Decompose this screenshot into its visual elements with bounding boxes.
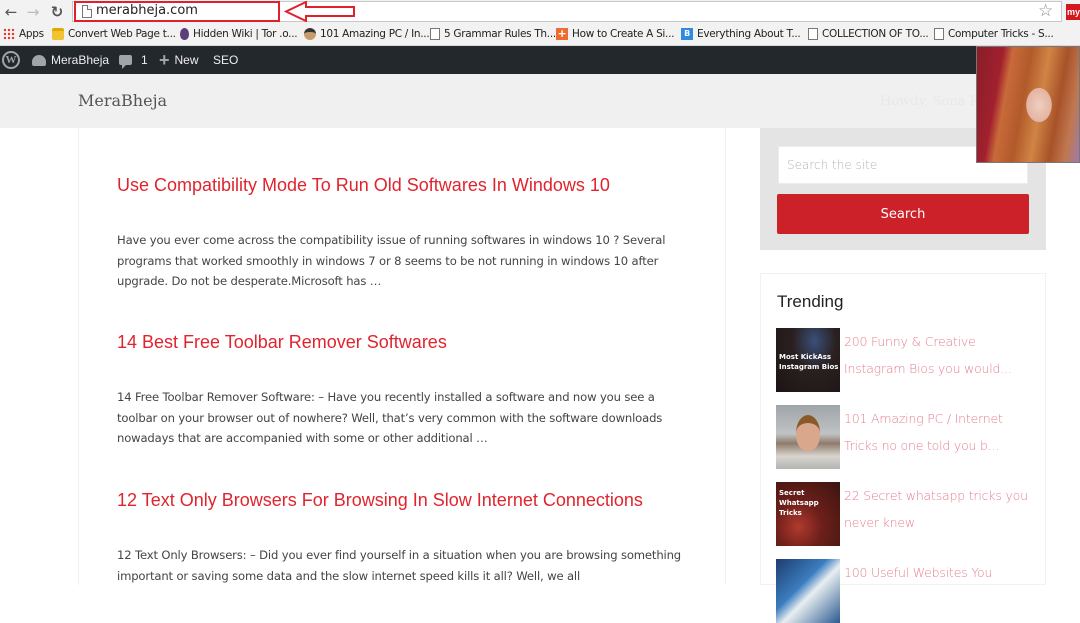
- bookmark-item[interactable]: Convert Web Page t...: [52, 28, 176, 40]
- annotation-arrow-icon: [284, 1, 355, 22]
- comments-count: 1: [141, 53, 148, 67]
- comment-bubble-icon: [119, 55, 132, 69]
- folder-icon: [52, 28, 64, 40]
- bookmark-label: Hidden Wiki | Tor .o...: [193, 28, 298, 40]
- site-title[interactable]: MeraBheja: [78, 91, 167, 110]
- bookmark-item[interactable]: Hidden Wiki | Tor .o...: [180, 28, 298, 40]
- trending-item[interactable]: Secret Whatsapp Tricks 22 Secret whatsap…: [776, 482, 1038, 546]
- tor-onion-icon: [180, 28, 189, 40]
- reload-icon[interactable]: ↻: [48, 3, 66, 21]
- bookmark-label: 101 Amazing PC / In...: [320, 28, 430, 40]
- trending-item[interactable]: Most KickAss Instagram Bios 200 Funny & …: [776, 328, 1038, 392]
- plus-icon: +: [159, 50, 170, 70]
- post-item: 12 Text Only Browsers For Browsing In Sl…: [117, 490, 697, 586]
- admin-site-link[interactable]: MeraBheja: [32, 46, 109, 74]
- bookmark-label: 5 Grammar Rules Th...: [444, 28, 556, 40]
- trending-title-link[interactable]: 22 Secret whatsapp tricks you never knew: [844, 482, 1034, 536]
- trending-title-link[interactable]: 100 Useful Websites You: [844, 559, 1034, 586]
- back-arrow-icon[interactable]: ←: [2, 3, 20, 21]
- wp-logo-button[interactable]: W: [2, 46, 20, 74]
- thumbnail-caption: Most KickAss Instagram Bios: [779, 353, 839, 371]
- bookmark-apps[interactable]: Apps: [3, 28, 44, 40]
- trending-title-link[interactable]: 200 Funny & Creative Instagram Bios you …: [844, 328, 1034, 382]
- post-excerpt: Have you ever come across the compatibil…: [117, 233, 666, 289]
- howdy-user-link[interactable]: Howdy, Sona Raj: [880, 94, 991, 109]
- wordpress-logo-icon: W: [2, 51, 20, 69]
- wp-admin-bar: W MeraBheja 1 + New SEO: [0, 46, 1080, 74]
- forward-arrow-icon[interactable]: →: [24, 3, 42, 21]
- admin-new-link[interactable]: + New: [159, 46, 199, 74]
- bookmark-label: Everything About T...: [697, 28, 801, 40]
- trending-title-link[interactable]: 101 Amazing PC / Internet Tricks no one …: [844, 405, 1034, 459]
- trending-item[interactable]: 101 Amazing PC / Internet Tricks no one …: [776, 405, 1038, 469]
- apps-grid-icon: [3, 28, 15, 40]
- blogger-icon: B: [681, 28, 693, 40]
- seo-label: SEO: [213, 53, 239, 67]
- trending-thumbnail[interactable]: Most KickAss Instagram Bios: [776, 328, 840, 392]
- bookmark-label: Convert Web Page t...: [68, 28, 176, 40]
- dashboard-gauge-icon: [32, 54, 46, 66]
- admin-comments-link[interactable]: 1: [119, 46, 148, 74]
- avatar-face-icon: [304, 28, 316, 40]
- admin-site-name: MeraBheja: [51, 53, 110, 67]
- post-list: Use Compatibility Mode To Run Old Softwa…: [78, 128, 726, 585]
- trending-item[interactable]: 100 Useful Websites You: [776, 559, 1038, 623]
- bookmark-star-icon[interactable]: ☆: [1038, 1, 1053, 21]
- url-highlight-annotation: [74, 1, 280, 22]
- bookmark-item[interactable]: Computer Tricks - S...: [934, 28, 1054, 40]
- extension-icon[interactable]: my: [1066, 4, 1080, 20]
- post-item: 14 Best Free Toolbar Remover Softwares 1…: [117, 332, 697, 449]
- bookmark-label: Apps: [19, 28, 44, 40]
- new-label: New: [174, 53, 199, 67]
- browser-toolbar: ← → ↻ merabheja.com ☆ my: [0, 0, 1080, 24]
- orange-plus-icon: +: [556, 27, 568, 40]
- page-icon: [430, 28, 440, 40]
- post-excerpt: 14 Free Toolbar Remover Software: – Have…: [117, 390, 663, 446]
- site-header: MeraBheja Howdy, Sona Raj: [0, 74, 1080, 128]
- post-title-link[interactable]: 14 Best Free Toolbar Remover Softwares: [117, 332, 697, 353]
- search-button[interactable]: Search: [777, 194, 1029, 234]
- bookmark-item[interactable]: + How to Create A Si...: [556, 28, 674, 40]
- post-title-link[interactable]: 12 Text Only Browsers For Browsing In Sl…: [117, 490, 697, 511]
- admin-seo-link[interactable]: SEO: [213, 46, 238, 74]
- page-icon: [808, 28, 818, 40]
- trending-thumbnail[interactable]: [776, 405, 840, 469]
- trending-thumbnail[interactable]: Secret Whatsapp Tricks: [776, 482, 840, 546]
- bookmark-label: COLLECTION OF TO...: [822, 28, 929, 40]
- bookmark-item[interactable]: 101 Amazing PC / In...: [304, 28, 430, 40]
- post-excerpt: 12 Text Only Browsers: – Did you ever fi…: [117, 548, 681, 583]
- post-item: Use Compatibility Mode To Run Old Softwa…: [117, 175, 697, 292]
- trending-heading: Trending: [777, 292, 844, 311]
- trending-thumbnail[interactable]: [776, 559, 840, 623]
- page-icon: [934, 28, 944, 40]
- bookmark-label: Computer Tricks - S...: [948, 28, 1054, 40]
- user-avatar-popup[interactable]: [976, 46, 1080, 163]
- thumbnail-caption: Secret Whatsapp Tricks: [779, 489, 819, 517]
- bookmark-item[interactable]: B Everything About T...: [681, 28, 801, 40]
- post-title-link[interactable]: Use Compatibility Mode To Run Old Softwa…: [117, 175, 697, 196]
- bookmark-label: How to Create A Si...: [572, 28, 675, 40]
- bookmarks-bar: Apps Convert Web Page t... Hidden Wiki |…: [0, 24, 1080, 46]
- bookmark-item[interactable]: COLLECTION OF TO...: [808, 28, 929, 40]
- bookmark-item[interactable]: 5 Grammar Rules Th...: [430, 28, 556, 40]
